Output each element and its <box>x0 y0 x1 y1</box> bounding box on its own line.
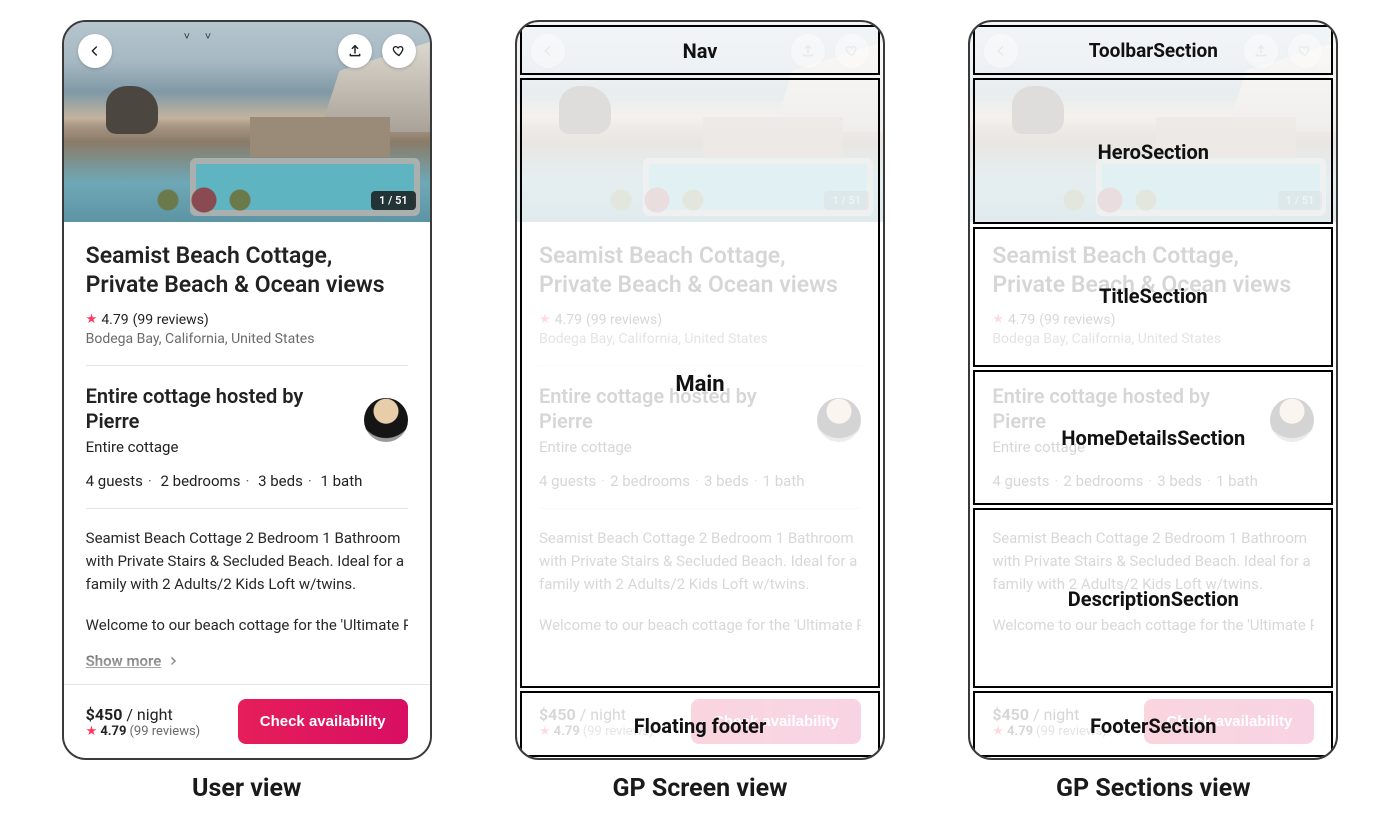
back-button[interactable] <box>78 34 112 68</box>
overlay-box-toolbar <box>973 25 1333 75</box>
show-more-link[interactable]: Show more <box>86 652 408 670</box>
overlay-box-footer <box>520 691 880 757</box>
divider <box>86 365 408 366</box>
overlay-box-desc <box>973 508 1333 688</box>
host-heading: Entire cottage hosted by Pierre <box>86 384 326 434</box>
listing-title: Seamist Beach Cottage, Private Beach & O… <box>86 242 408 300</box>
overlay-box-footersec <box>973 691 1333 757</box>
price: $450 / night <box>86 705 201 724</box>
overlay-box-hero <box>973 78 1333 224</box>
review-count: (99 reviews) <box>133 312 209 328</box>
host-subtitle: Entire cottage <box>86 438 326 456</box>
phone-user-view: ˅ ˅ 1 / 51 Seamist Beach Cottage, Pri <box>62 20 432 760</box>
overlay-box-nav <box>520 25 880 75</box>
rating-value: 4.79 <box>101 312 128 328</box>
capacity-line: 4 guests· 2 bedrooms· 3 beds· 1 bath <box>86 472 408 490</box>
arrow-left-icon <box>87 43 103 59</box>
listing-description: Seamist Beach Cottage 2 Bedroom 1 Bathro… <box>86 527 408 638</box>
deck-deco <box>250 117 390 157</box>
overlay-box-main <box>520 78 880 688</box>
share-button[interactable] <box>338 34 372 68</box>
overlay-box-title <box>973 227 1333 367</box>
caption-sections-view: GP Sections view <box>1056 774 1251 803</box>
chevron-right-icon <box>167 655 179 667</box>
overlay-box-home <box>973 370 1333 505</box>
divider <box>86 508 408 509</box>
phone-sections-view: 1 / 51 Seamist Beach Cottage, Private Be… <box>968 20 1338 760</box>
heart-icon <box>391 43 407 59</box>
phone-screen-view: 1 / 51 Seamist Beach Cottage, Private Be… <box>515 20 885 760</box>
star-icon: ★ <box>86 312 98 327</box>
caption-user-view: User view <box>192 774 301 803</box>
image-counter: 1 / 51 <box>371 191 416 210</box>
birds-deco: ˅ ˅ <box>184 30 218 43</box>
caption-screen-view: GP Screen view <box>612 774 787 803</box>
rating-line[interactable]: ★ 4.79 (99 reviews) <box>86 312 408 328</box>
plants-deco <box>144 184 264 216</box>
star-icon: ★ <box>86 724 98 739</box>
host-avatar[interactable] <box>364 398 408 442</box>
share-icon <box>347 43 363 59</box>
save-button[interactable] <box>382 34 416 68</box>
footer-rating[interactable]: ★ 4.79 (99 reviews) <box>86 724 201 739</box>
rock-deco <box>106 86 158 134</box>
listing-location: Bodega Bay, California, United States <box>86 331 408 347</box>
check-availability-button[interactable]: Check availability <box>238 699 408 744</box>
booking-footer: $450 / night ★ 4.79 (99 reviews) Check a… <box>64 684 430 758</box>
hero-image[interactable]: ˅ ˅ 1 / 51 <box>64 22 430 222</box>
